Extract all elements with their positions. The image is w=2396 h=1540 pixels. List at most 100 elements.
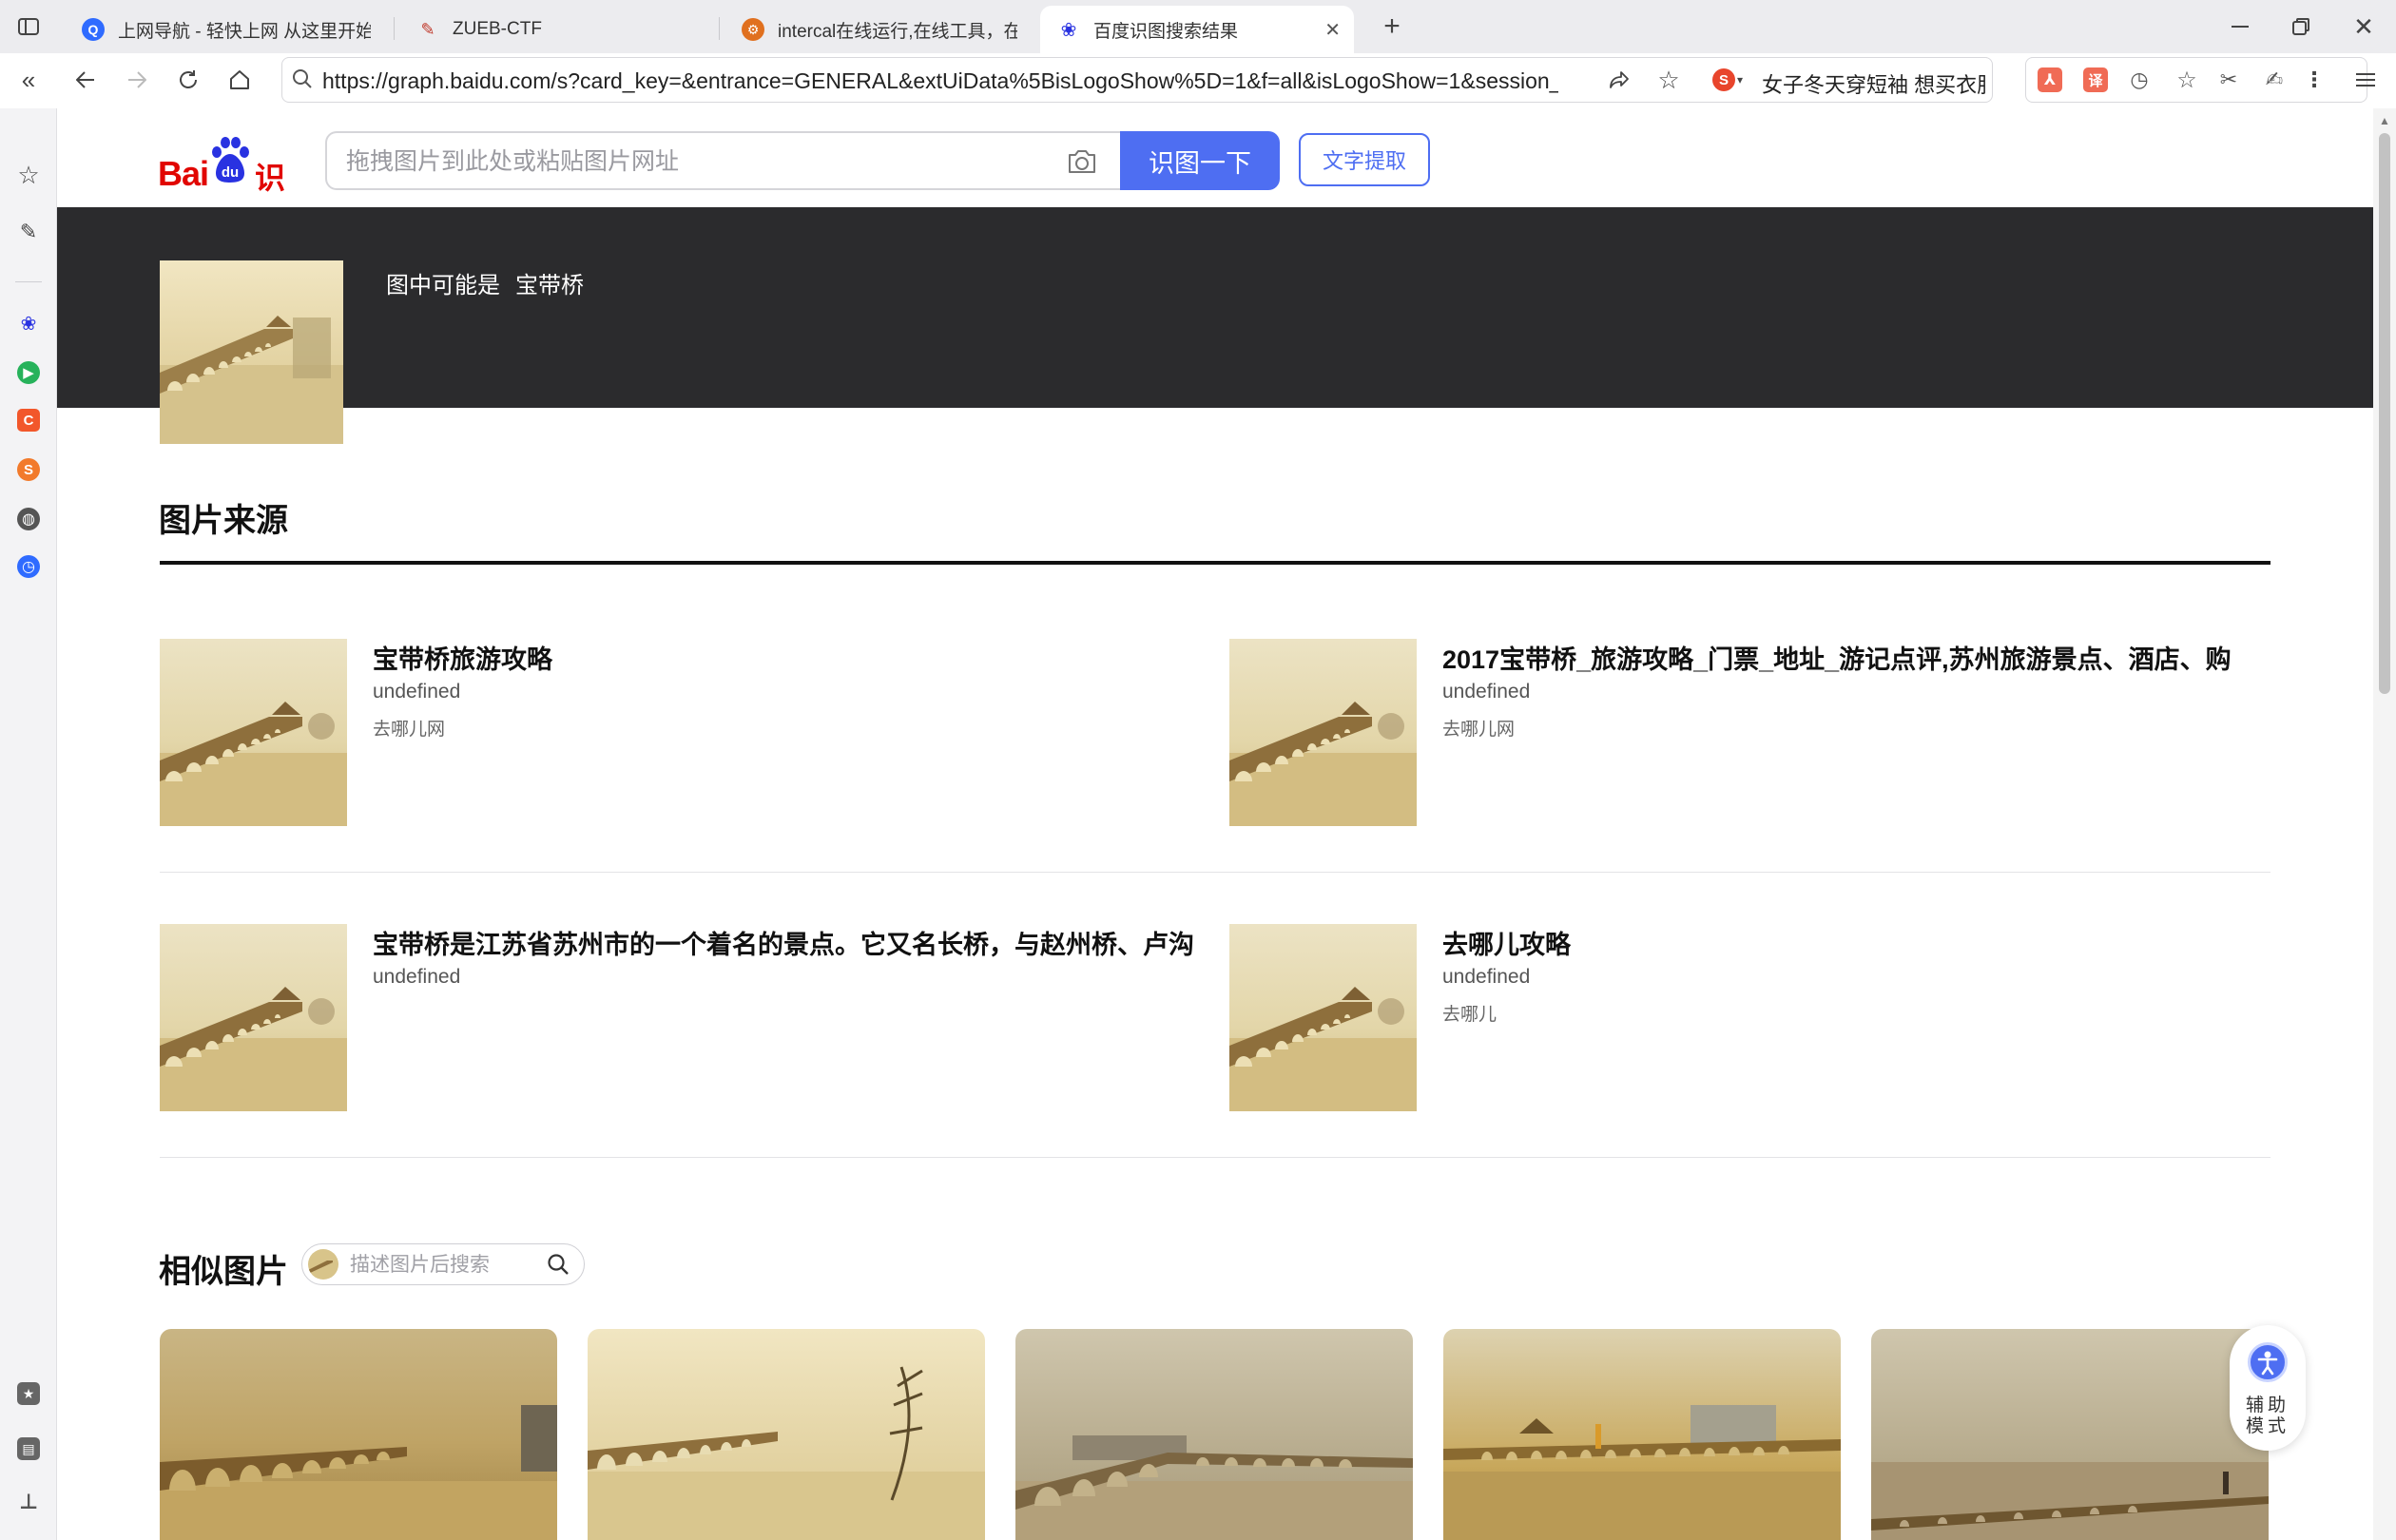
favorites-star-icon[interactable]: ☆ [17,161,40,189]
tab-title: 上网导航 - 轻快上网 从这里开始 [118,21,371,42]
bookmark-star-icon[interactable]: ☆ [1655,66,1682,94]
search-icon [292,68,313,95]
tab-separator [719,17,720,40]
source-item[interactable]: 宝带桥是江苏省苏州市的一个着名的景点。它又名长桥，与赵州桥、卢沟 undefin… [160,924,1206,1114]
sidebar-separator [15,281,42,282]
similar-image-card[interactable] [1015,1329,1413,1540]
collapse-sidebar-icon[interactable]: « [15,66,42,94]
recognition-result: 图中可能是 宝带桥 [386,266,584,299]
source-thumbnail[interactable] [1229,639,1417,826]
source-site: 去哪儿网 [373,720,446,740]
source-item[interactable]: 宝带桥旅游攻略 undefined 去哪儿网 [160,639,1206,829]
tab-ctf[interactable]: ✎ ZUEB-CTF [399,6,713,53]
close-window-icon[interactable]: ✕ [2348,11,2379,42]
more-icon[interactable]: ⋮ [2302,67,2327,92]
browser-sidebar: ☆ ✎ ❀ ▶ C S ◍ ◷ ★ ▤ ⊥ [0,108,57,1540]
globe-icon[interactable]: ◍ [17,508,40,530]
clock-icon[interactable]: ◷ [17,555,40,578]
source-subtitle: undefined [373,966,461,988]
similar-image-card[interactable] [1871,1329,2269,1540]
similar-image-card[interactable] [1443,1329,1841,1540]
back-icon[interactable] [70,65,101,95]
reload-icon[interactable] [173,65,203,95]
guess-answer[interactable]: 宝带桥 [515,273,584,298]
address-bar[interactable]: https://graph.baidu.com/s?card_key=&entr… [281,57,1993,103]
screenshot-icon[interactable]: ✂ [2216,67,2241,92]
minimize-icon[interactable] [2225,11,2255,42]
new-tab-icon[interactable]: + [1377,10,1407,42]
c-app-icon[interactable]: C [17,409,40,432]
source-subtitle: undefined [1442,966,1531,988]
similar-image-card[interactable] [160,1329,557,1540]
baidu-paw-icon: du [212,137,249,183]
baidu-paw-favicon-icon: ❀ [1060,19,1077,41]
query-image[interactable] [160,260,343,444]
source-subtitle: undefined [1442,681,1531,703]
search-by-image-button[interactable]: 识图一下 [1120,131,1280,190]
home-icon[interactable] [224,65,255,95]
tab-bar: Q 上网导航 - 轻快上网 从这里开始 ✎ ZUEB-CTF ⚙ interca… [0,0,2396,53]
window-icon[interactable]: ▤ [17,1437,40,1460]
tab-separator [394,17,395,40]
folder-star-icon[interactable]: ★ [17,1382,40,1405]
accessibility-label: 辅助模式 [2245,1396,2290,1436]
image-url-input[interactable] [346,145,1031,178]
favorites-icon[interactable]: ☆ [2174,67,2199,93]
search-suggestion[interactable]: 女子冬天穿短袖 想买衣服 [1762,68,1986,99]
describe-image-input[interactable] [350,1253,540,1278]
result-banner [57,207,2373,408]
source-site: 去哪儿 [1442,1005,1498,1025]
browser-chrome: Q 上网导航 - 轻快上网 从这里开始 ✎ ZUEB-CTF ⚙ interca… [0,0,2396,108]
page-content: Bai du 识图 识图一下 文字提取 图中可能 [57,108,2373,1540]
source-thumbnail[interactable] [160,924,347,1111]
search-icon[interactable] [547,1253,570,1280]
source-title[interactable]: 去哪儿攻略 [1442,924,1571,961]
translate-icon[interactable]: 译 [2083,67,2108,92]
pen-icon[interactable]: ✎ [17,220,40,243]
accessibility-mode-button[interactable]: 辅助模式 [2230,1325,2306,1451]
query-thumbnail-avatar [308,1249,338,1280]
page-scrollbar[interactable]: ▲ [2373,108,2396,1540]
tab-intercal[interactable]: ⚙ intercal在线运行,在线工具，在线 [725,6,1034,53]
source-thumbnail[interactable] [160,639,347,826]
source-title[interactable]: 宝带桥是江苏省苏州市的一个着名的景点。它又名长桥，与赵州桥、卢沟 [373,924,1194,961]
search-q-favicon-icon: Q [82,18,105,41]
baidu-shitu-logo[interactable]: Bai du 识图 [158,135,300,239]
share-icon[interactable] [1606,67,1633,93]
row-divider [160,1157,2270,1158]
image-search-box[interactable] [325,131,1120,190]
source-item[interactable]: 2017宝带桥_旅游攻略_门票_地址_游记点评,苏州旅游景点、酒店、购 unde… [1229,639,2275,829]
close-tab-icon[interactable]: ✕ [1324,18,1341,42]
search-engine-icon[interactable]: S ▾ [1709,67,1747,93]
scrollbar-thumb[interactable] [2379,133,2390,694]
text-extract-button[interactable]: 文字提取 [1299,133,1430,186]
tab-title: intercal在线运行,在线工具，在线 [778,21,1017,42]
tab-title: 百度识图搜索结果 [1093,21,1239,42]
restore-icon[interactable] [2286,11,2316,42]
similar-search-box[interactable] [301,1243,585,1285]
camera-icon[interactable] [1067,148,1097,180]
source-thumbnail[interactable] [1229,924,1417,1111]
similar-image-card[interactable] [588,1329,985,1540]
signature-icon[interactable]: ✍ [2262,67,2287,92]
forward-icon[interactable] [122,65,152,95]
row-divider [160,872,2270,873]
extensions-area: ⅄ 译 ◷ ☆ ✂ ✍ ⋮ [2025,57,2367,103]
pdf-icon[interactable]: ⅄ [2038,67,2062,92]
url-text[interactable]: https://graph.baidu.com/s?card_key=&entr… [322,68,1558,94]
sidebar-toggle-icon[interactable] [15,13,42,40]
scroll-up-icon[interactable]: ▲ [2379,114,2390,127]
menu-icon[interactable] [2350,65,2381,95]
video-play-icon[interactable]: ▶ [17,361,40,384]
ctf-favicon-icon: ✎ [420,19,435,39]
history-icon[interactable]: ◷ [2127,67,2152,92]
tab-baidu-shitu[interactable]: ❀ 百度识图搜索结果 ✕ [1040,6,1354,53]
source-item[interactable]: 去哪儿攻略 undefined 去哪儿 [1229,924,2275,1114]
sogou-icon[interactable]: S [17,458,40,481]
baidu-paw-icon[interactable]: ❀ [17,312,40,335]
tab-nav[interactable]: Q 上网导航 - 轻快上网 从这里开始 [65,6,388,53]
source-site: 去哪儿网 [1442,720,1516,740]
source-title[interactable]: 宝带桥旅游攻略 [373,639,552,676]
source-title[interactable]: 2017宝带桥_旅游攻略_门票_地址_游记点评,苏州旅游景点、酒店、购 [1442,639,2232,676]
pin-icon[interactable]: ⊥ [17,1490,40,1513]
